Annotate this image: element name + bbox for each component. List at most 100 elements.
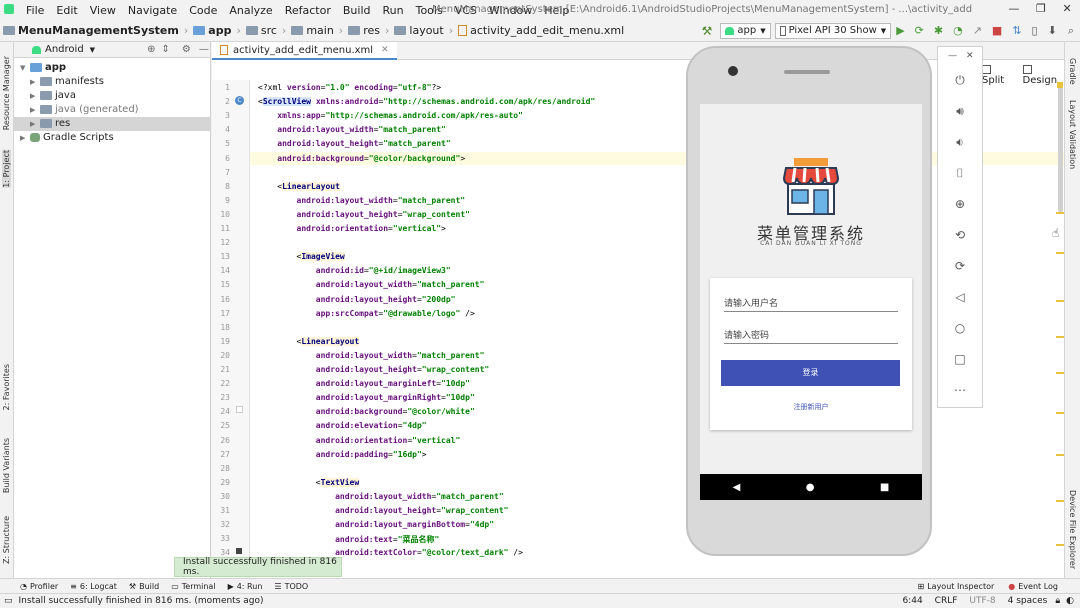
layout-inspector-tab[interactable]: ⊞ Layout Inspector xyxy=(918,582,995,591)
split-view-button[interactable]: Split xyxy=(982,64,1013,86)
code-line[interactable]: <TextView xyxy=(258,477,360,487)
breadcrumb-layout[interactable]: layout xyxy=(391,24,446,37)
favorites-tab[interactable]: 2: Favorites xyxy=(2,364,11,410)
volume-up-icon[interactable]: 🔊︎ xyxy=(952,104,968,118)
menu-refactor[interactable]: Refactor xyxy=(279,4,337,17)
code-line[interactable]: <ScrollView xmlns:android="http://schema… xyxy=(258,97,595,107)
device-select[interactable]: Pixel API 30 Show ▼ xyxy=(774,22,892,39)
code-line[interactable]: android:layout_marginRight="10dp" xyxy=(258,393,475,402)
menu-build[interactable]: Build xyxy=(337,4,377,17)
build-variants-tab[interactable]: Build Variants xyxy=(2,438,11,493)
project-view-selector[interactable]: Android ▼ ⊕ ⇕ ⚙ — xyxy=(14,42,210,58)
username-input[interactable]: 请输入用户名 xyxy=(724,296,898,312)
menu-analyze[interactable]: Analyze xyxy=(223,4,278,17)
notifications-icon[interactable]: ◐ xyxy=(1066,596,1074,606)
camera-icon[interactable]: ⌷ xyxy=(952,166,968,180)
code-line[interactable]: android:layout_width="match_parent" xyxy=(258,125,446,134)
breadcrumb-project[interactable]: MenuManagementSystem xyxy=(0,24,182,37)
debug-icon[interactable]: ✱ xyxy=(934,24,943,37)
code-line[interactable]: android:layout_height="wrap_content" xyxy=(258,365,489,374)
status-message[interactable]: Install successfully finished in 816 ms.… xyxy=(19,596,264,606)
maximize-icon[interactable]: ❐ xyxy=(1036,2,1046,18)
collapse-icon[interactable]: ⇕ xyxy=(161,44,169,55)
status-toggle-icon[interactable]: ▭ xyxy=(4,596,13,606)
resource-manager-tab[interactable]: Resource Manager xyxy=(2,56,11,130)
breadcrumb-app[interactable]: app xyxy=(190,24,234,37)
menu-file[interactable]: File xyxy=(20,4,50,17)
code-line[interactable]: android:padding="16dp"> xyxy=(258,450,427,459)
power-icon[interactable]: ⏻ xyxy=(952,73,968,87)
menu-navigate[interactable]: Navigate xyxy=(122,4,183,17)
register-link[interactable]: 注册新用户 xyxy=(710,402,912,412)
run-icon[interactable]: ▶ xyxy=(896,24,904,37)
password-input[interactable]: 请输入密码 xyxy=(724,328,898,344)
rerun-icon[interactable]: ⟳ xyxy=(915,24,924,37)
editor-tab[interactable]: activity_add_edit_menu.xml ✕ xyxy=(212,42,397,60)
file-encoding[interactable]: UTF-8 xyxy=(969,596,995,606)
breadcrumb-res[interactable]: res xyxy=(345,24,383,37)
tree-item-gradle-scripts[interactable]: ▶ Gradle Scripts xyxy=(20,132,114,143)
profile-icon[interactable]: ◔ xyxy=(953,24,963,37)
menu-edit[interactable]: Edit xyxy=(50,4,83,17)
tree-item-java-generated[interactable]: ▶ java (generated) xyxy=(30,104,139,115)
more-icon[interactable]: ⋯ xyxy=(952,383,968,397)
tree-item-res[interactable]: ▶ res xyxy=(30,118,70,129)
attach-icon[interactable]: ↗ xyxy=(973,24,982,37)
back-icon[interactable]: ◀ xyxy=(733,482,741,493)
menu-view[interactable]: View xyxy=(84,4,122,17)
gradle-tab[interactable]: Gradle xyxy=(1068,58,1077,85)
gear-icon[interactable]: ⚙ xyxy=(182,44,191,55)
todo-tab[interactable]: ☰ TODO xyxy=(274,582,308,591)
login-button[interactable]: 登录 xyxy=(721,360,900,386)
back-icon[interactable]: ◁ xyxy=(952,290,968,304)
rotate-left-icon[interactable]: ⟲ xyxy=(952,228,968,242)
run-config-select[interactable]: app ▼ xyxy=(720,22,771,39)
code-line[interactable]: android:layout_width="match_parent" xyxy=(258,280,485,289)
code-line[interactable]: android:id="@+id/imageView3" xyxy=(258,266,451,275)
event-log-tab[interactable]: ● Event Log xyxy=(1008,582,1058,591)
emulator-screen[interactable]: 菜单管理系统 CAI DAN GUAN LI XI TONG 请输入用户名 请输… xyxy=(700,104,922,500)
close-icon[interactable]: ✕ xyxy=(1062,2,1071,18)
indent-setting[interactable]: 4 spaces xyxy=(1008,596,1048,606)
code-line[interactable]: android:layout_height="200dp" xyxy=(258,295,456,304)
line-separator[interactable]: CRLF xyxy=(935,596,958,606)
code-line[interactable]: android:layout_marginBottom="4dp" xyxy=(258,520,494,529)
tree-item-app[interactable]: ▼ app xyxy=(20,62,66,73)
code-line[interactable]: android:layout_height="match_parent" xyxy=(258,139,450,148)
device-file-explorer-tab[interactable]: Device File Explorer xyxy=(1068,490,1077,569)
code-line[interactable]: android:textColor="@color/text_dark" /> xyxy=(258,548,523,557)
volume-down-icon[interactable]: 🔉︎ xyxy=(952,135,968,149)
breadcrumb-src[interactable]: src xyxy=(243,24,280,37)
locate-icon[interactable]: ⊕ xyxy=(147,44,155,55)
cursor-position[interactable]: 6:44 xyxy=(902,596,922,606)
hide-icon[interactable]: — xyxy=(199,44,209,55)
terminal-tab[interactable]: ▭ Terminal xyxy=(171,582,215,591)
code-line[interactable]: android:layout_height="wrap_content" xyxy=(258,506,508,515)
code-line[interactable]: android:layout_marginLeft="10dp" xyxy=(258,379,470,388)
code-line[interactable]: android:layout_width="match_parent" xyxy=(258,196,466,205)
code-line[interactable]: android:background="@color/background"> xyxy=(258,154,465,163)
tree-item-java[interactable]: ▶ java xyxy=(30,90,76,101)
code-line[interactable]: <LinearLayout xyxy=(258,181,340,191)
breadcrumb-file[interactable]: activity_add_edit_menu.xml xyxy=(455,24,627,37)
code-line[interactable]: app:srcCompat="@drawable/logo" /> xyxy=(258,309,475,318)
avd-manager-icon[interactable]: ▯ xyxy=(1032,24,1038,37)
search-icon[interactable]: ⌕ xyxy=(1068,24,1074,38)
lock-icon[interactable]: 🔒︎ xyxy=(1055,596,1060,606)
code-line[interactable]: android:orientation="vertical" xyxy=(258,436,461,445)
overview-icon[interactable]: ■ xyxy=(880,482,889,493)
home-icon[interactable]: ○ xyxy=(952,321,968,335)
sdk-manager-icon[interactable]: ⬇ xyxy=(1048,24,1057,37)
layout-validation-tab[interactable]: Layout Validation xyxy=(1068,100,1077,169)
home-icon[interactable]: ● xyxy=(806,482,815,493)
stop-icon[interactable]: ■ xyxy=(992,24,1002,37)
sync-icon[interactable]: ⇅ xyxy=(1012,24,1021,37)
breadcrumb-main[interactable]: main xyxy=(288,24,336,37)
minimize-icon[interactable]: — xyxy=(1008,2,1019,18)
code-line[interactable]: android:orientation="vertical"> xyxy=(258,224,446,233)
code-line[interactable]: <?xml version="1.0" encoding="utf-8"?> xyxy=(258,83,441,92)
code-line[interactable]: android:background="@color/white" xyxy=(258,407,475,416)
overview-icon[interactable]: □ xyxy=(952,352,968,366)
profiler-tab[interactable]: ◔ Profiler xyxy=(20,582,58,591)
close-icon[interactable]: ✕ xyxy=(966,51,974,61)
